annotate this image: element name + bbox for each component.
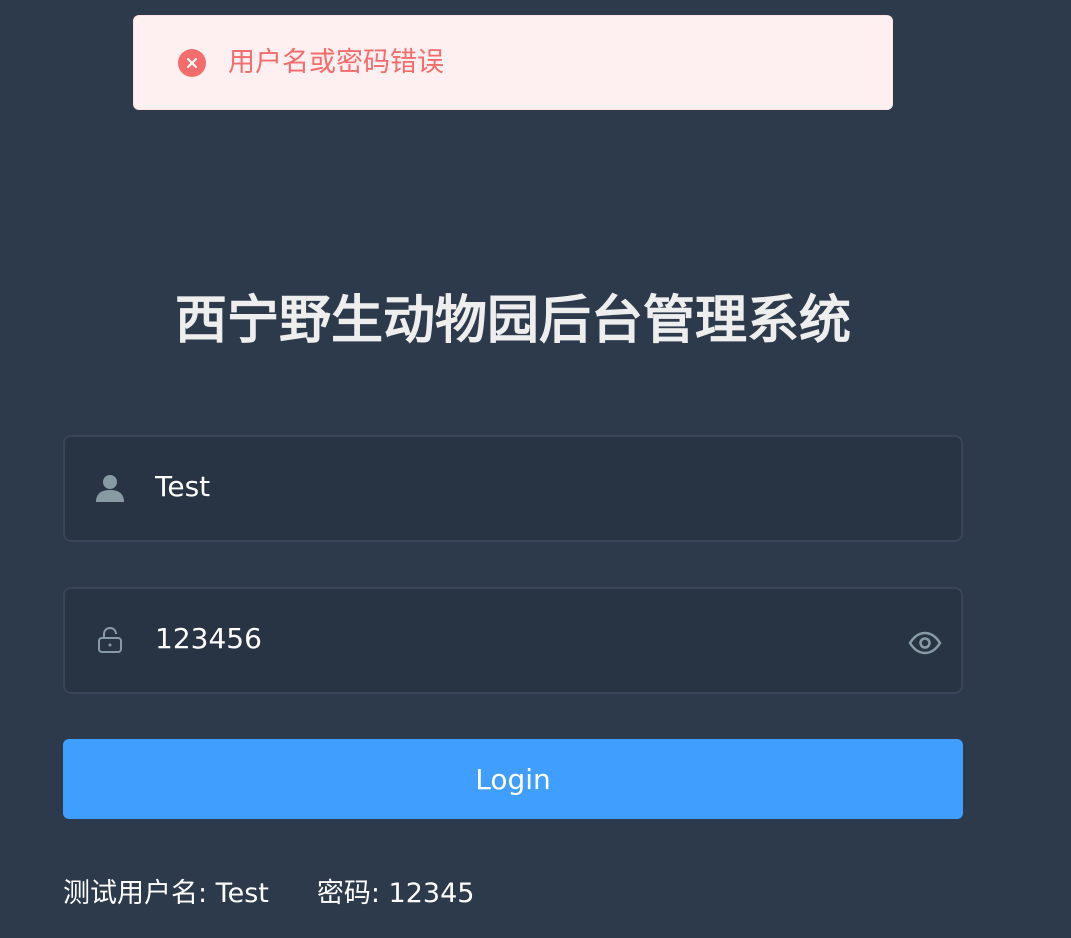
- eye-icon[interactable]: [907, 627, 943, 659]
- lock-icon: [93, 623, 127, 657]
- test-credentials-tip: 测试用户名: Test 密码: 12345: [63, 876, 474, 912]
- test-username-tip: 测试用户名: Test: [63, 878, 269, 909]
- error-circle-icon: [178, 48, 206, 77]
- page-title: 西宁野生动物园后台管理系统: [174, 291, 851, 351]
- error-alert: 用户名或密码错误: [133, 15, 893, 110]
- password-input[interactable]: [155, 619, 855, 659]
- username-field: [63, 435, 963, 542]
- error-message: 用户名或密码错误: [228, 47, 444, 78]
- user-icon: [93, 471, 127, 505]
- password-field: [63, 587, 963, 694]
- login-button[interactable]: Login: [63, 739, 963, 819]
- test-password-tip: 密码: 12345: [316, 878, 475, 909]
- username-input[interactable]: [155, 467, 855, 507]
